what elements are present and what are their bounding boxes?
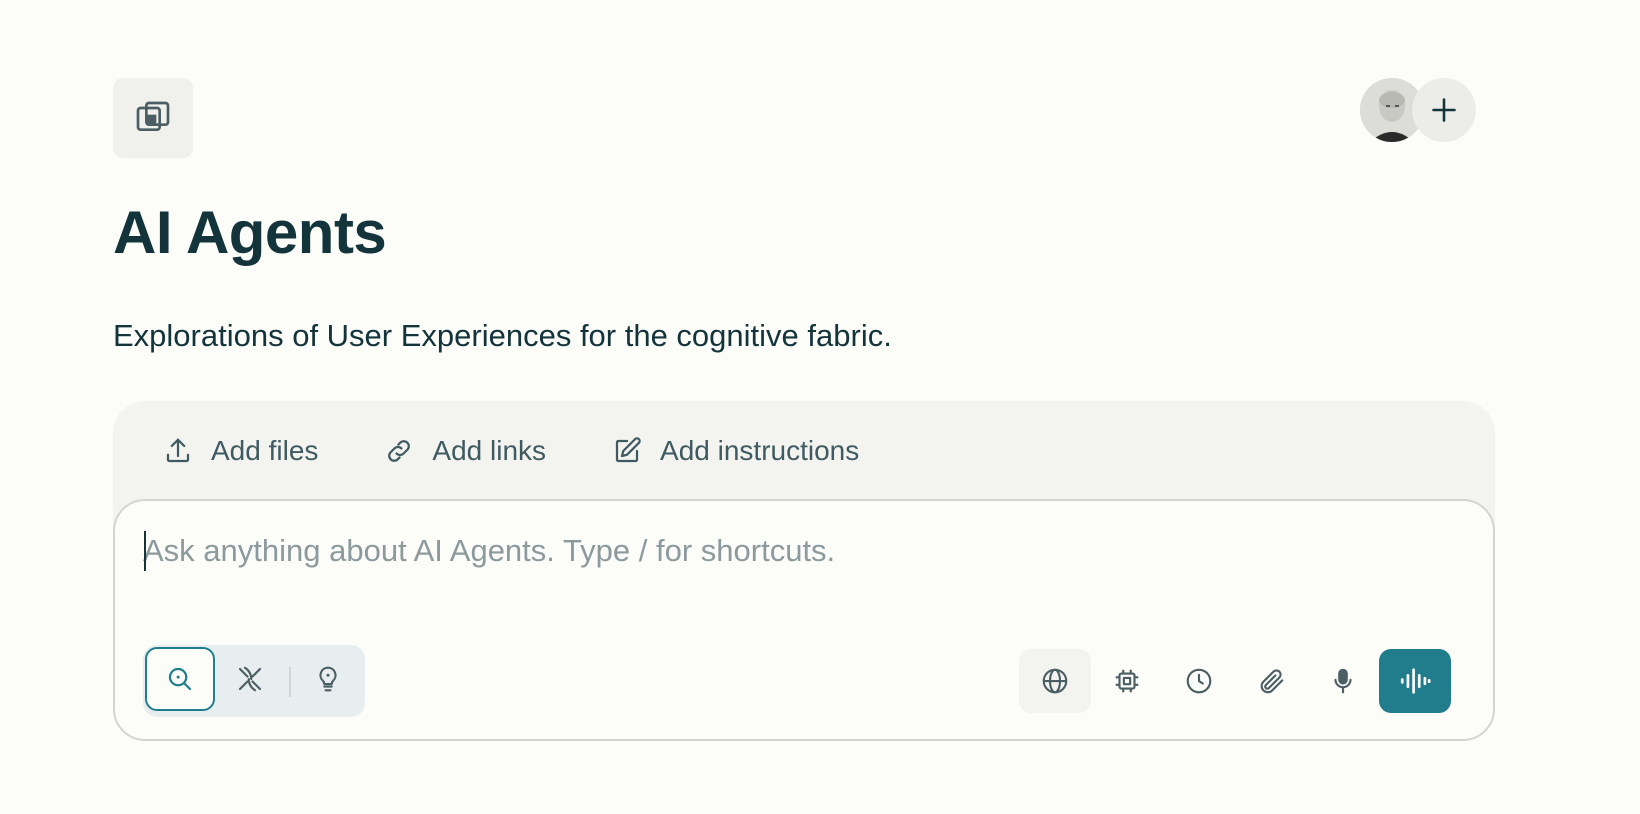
composer-card: Add files Add links Add instructions	[113, 401, 1495, 741]
space-icon[interactable]	[113, 78, 193, 158]
clock-icon	[1186, 668, 1212, 694]
query-box	[113, 499, 1495, 741]
voice-mode-button[interactable]	[1379, 649, 1451, 713]
voice-waveform-icon	[1400, 668, 1431, 694]
search-icon	[168, 667, 192, 691]
add-links-button[interactable]: Add links	[384, 431, 546, 471]
page-description: Explorations of User Experiences for the…	[113, 318, 892, 353]
add-links-label: Add links	[432, 435, 547, 466]
query-input[interactable]	[143, 525, 1143, 577]
cpu-icon	[1115, 669, 1139, 693]
mode-divider	[289, 667, 291, 697]
plus-icon	[1432, 98, 1456, 122]
page-title: AI Agents	[113, 199, 387, 266]
dictation-button[interactable]	[1307, 649, 1379, 713]
history-button[interactable]	[1163, 649, 1235, 713]
mode-reasoning-button[interactable]	[293, 647, 363, 711]
link-icon	[388, 440, 411, 462]
web-search-toggle[interactable]	[1019, 649, 1091, 713]
pencil-icon	[615, 437, 641, 463]
mode-search-button[interactable]	[145, 647, 215, 711]
add-instructions-label: Add instructions	[660, 435, 860, 466]
attach-button[interactable]	[1235, 649, 1307, 713]
header-actions	[1360, 78, 1476, 142]
research-icon	[238, 666, 262, 692]
mode-research-button[interactable]	[215, 647, 285, 711]
tool-row	[1019, 649, 1451, 713]
lightbulb-icon	[319, 666, 337, 692]
source-actions: Add files Add links Add instructions	[163, 431, 925, 471]
globe-icon	[1042, 668, 1068, 694]
paperclip-icon	[1260, 669, 1284, 694]
text-caret	[144, 531, 146, 571]
mode-selector	[143, 645, 365, 717]
add-files-label: Add files	[211, 435, 319, 466]
microphone-icon	[1334, 668, 1352, 694]
add-button[interactable]	[1412, 78, 1476, 142]
model-selector-button[interactable]	[1091, 649, 1163, 713]
add-instructions-button[interactable]: Add instructions	[612, 431, 859, 471]
add-files-button[interactable]: Add files	[163, 431, 318, 471]
upload-icon	[166, 438, 190, 463]
page: AI Agents Explorations of User Experienc…	[0, 0, 1640, 814]
